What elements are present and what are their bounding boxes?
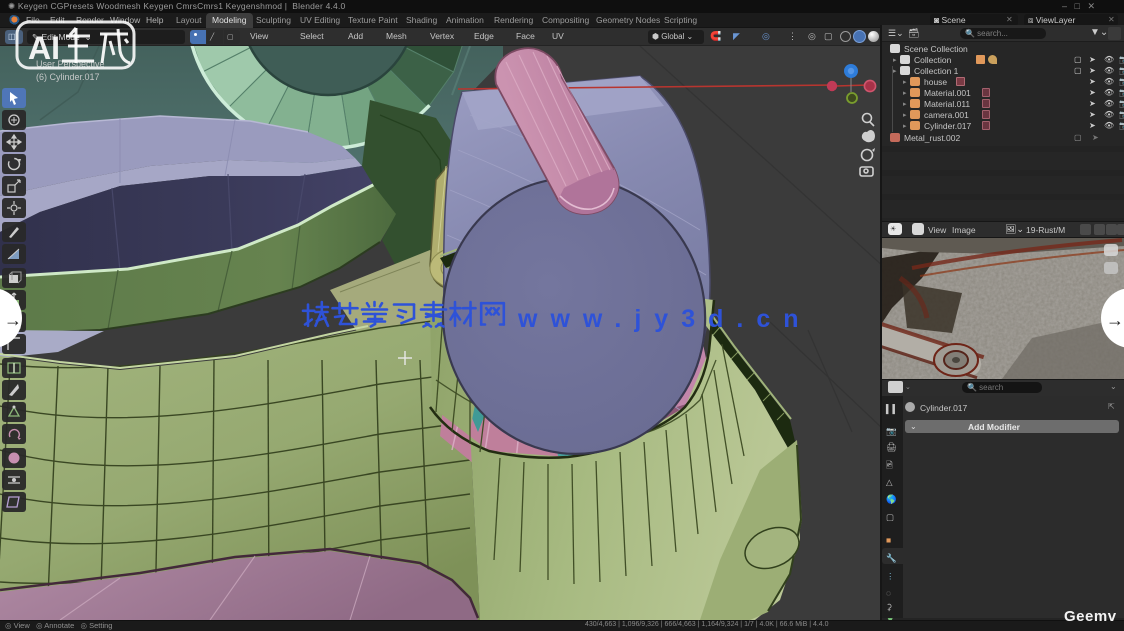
svg-text:(6) Cylinder.017: (6) Cylinder.017 — [36, 72, 100, 82]
svg-text:www.jy3d.cn: www.jy3d.cn — [517, 305, 812, 333]
svg-text:AI: AI — [28, 30, 60, 66]
